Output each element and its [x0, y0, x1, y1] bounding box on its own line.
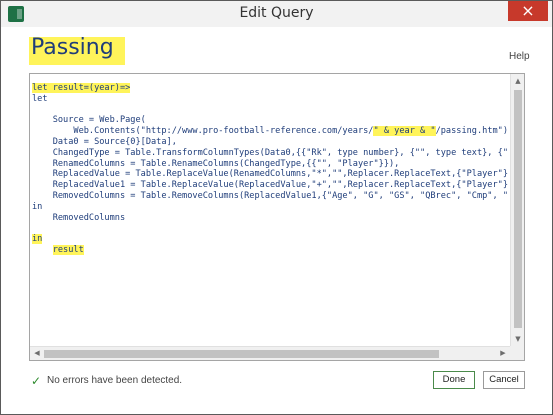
scrollbar-corner	[510, 346, 524, 360]
code-line[interactable]: in	[32, 202, 508, 213]
code-line[interactable]: Web.Contents("http://www.pro-football-re…	[32, 126, 508, 137]
code-segment: RemovedColumns	[32, 212, 126, 223]
code-segment: ReplacedValue1 = Table.ReplaceValue(Repl…	[32, 180, 508, 191]
code-segment: Web.Contents("http://www.pro-football-re…	[32, 126, 374, 137]
code-segment: Data0 = Source{0}[Data],	[32, 136, 177, 147]
code-line[interactable]: ReplacedValue1 = Table.ReplaceValue(Repl…	[32, 180, 508, 191]
scroll-up-icon[interactable]: ▲	[511, 74, 524, 88]
edit-query-dialog: Edit Query × Passing Help let result=(ye…	[0, 0, 553, 415]
highlighted-code: result	[52, 244, 84, 255]
code-segment: in	[32, 201, 43, 212]
code-line[interactable]: let result=(year)=>	[32, 83, 508, 94]
code-text[interactable]: let result=(year)=> let Source = Web.Page…	[32, 83, 508, 343]
vertical-scrollbar[interactable]: ▲ ▼	[510, 74, 524, 346]
code-line[interactable]: RemovedColumns = Table.RemoveColumns(Rep…	[32, 191, 508, 202]
code-segment: Source = Web.Page(	[32, 115, 146, 126]
code-line[interactable]: let	[32, 94, 508, 105]
code-line[interactable]: in	[32, 234, 508, 245]
code-line[interactable]: RemovedColumns	[32, 213, 508, 224]
checkmark-icon: ✓	[31, 374, 42, 388]
done-button[interactable]: Done	[433, 371, 475, 389]
highlighted-code: " & year & "	[373, 126, 436, 137]
cancel-button[interactable]: Cancel	[483, 371, 525, 389]
highlighted-code: in	[32, 234, 43, 245]
scroll-down-icon[interactable]: ▼	[511, 332, 524, 346]
code-segment: let	[32, 93, 48, 104]
highlighted-code: let result=(year)=>	[32, 83, 131, 93]
code-line[interactable]	[32, 105, 508, 116]
horizontal-scrollbar[interactable]: ◀ ▶	[30, 346, 510, 360]
code-line[interactable]: result	[32, 244, 508, 256]
code-segment: RemovedColumns = Table.RemoveColumns(Rep…	[32, 190, 508, 201]
window-title: Edit Query	[239, 5, 314, 21]
code-segment: RenamedColumns = Table.RenameColumns(Cha…	[32, 158, 400, 169]
status-message: No errors have been detected.	[47, 375, 183, 386]
help-link[interactable]: Help	[509, 51, 530, 62]
horizontal-scroll-thumb[interactable]	[44, 350, 439, 358]
code-segment: ChangedType = Table.TransformColumnTypes…	[32, 147, 508, 158]
scroll-right-icon[interactable]: ▶	[496, 347, 510, 360]
code-line[interactable]: ReplacedValue = Table.ReplaceValue(Renam…	[32, 169, 508, 180]
code-line[interactable]: Data0 = Source{0}[Data],	[32, 137, 508, 148]
code-line[interactable]	[32, 223, 508, 234]
title-bar[interactable]: Edit Query ×	[1, 1, 552, 27]
query-name: Passing	[31, 35, 114, 60]
scroll-left-icon[interactable]: ◀	[30, 347, 44, 360]
code-line[interactable]: RenamedColumns = Table.RenameColumns(Cha…	[32, 159, 508, 170]
vertical-scroll-thumb[interactable]	[514, 90, 522, 328]
code-line[interactable]: ChangedType = Table.TransformColumnTypes…	[32, 148, 508, 159]
code-segment: ReplacedValue = Table.ReplaceValue(Renam…	[32, 169, 508, 180]
close-button[interactable]: ×	[508, 1, 548, 21]
formula-editor[interactable]: let result=(year)=> let Source = Web.Page…	[29, 73, 525, 361]
code-line[interactable]: Source = Web.Page(	[32, 115, 508, 126]
code-segment: /passing.htm")),	[435, 126, 508, 137]
